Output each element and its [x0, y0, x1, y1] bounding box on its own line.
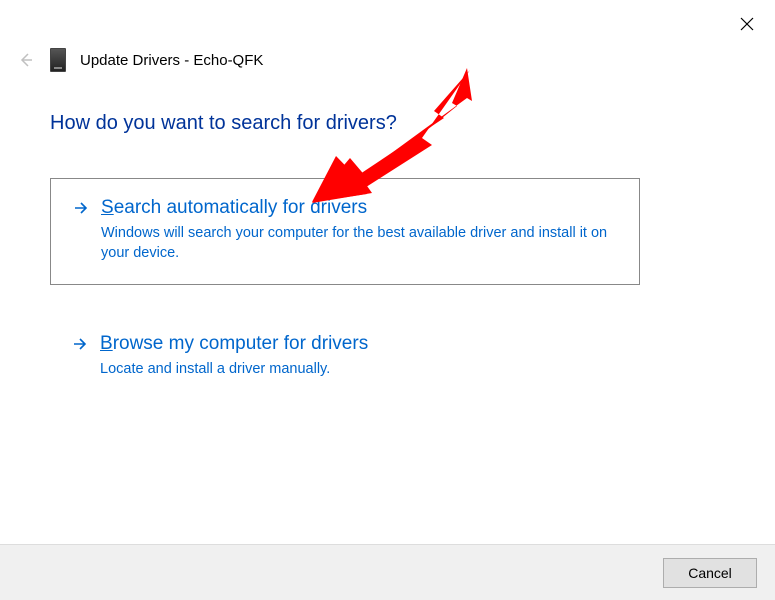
option-accel: S: [101, 197, 114, 218]
window-title: Update Drivers - Echo-QFK: [80, 52, 263, 69]
title-prefix: Update Drivers -: [80, 52, 193, 69]
page-heading: How do you want to search for drivers?: [50, 112, 397, 135]
close-icon: [740, 17, 754, 31]
option-search-automatically[interactable]: Search automatically for drivers Windows…: [50, 178, 640, 285]
header-row: Update Drivers - Echo-QFK: [16, 48, 263, 72]
option-description: Locate and install a driver manually.: [100, 359, 618, 379]
option-title: Search automatically for drivers: [101, 197, 617, 219]
option-row: Browse my computer for drivers Locate an…: [72, 333, 618, 379]
option-content: Search automatically for drivers Windows…: [101, 197, 617, 264]
option-title-rest: earch automatically for drivers: [114, 197, 367, 218]
option-title-rest: rowse my computer for drivers: [113, 333, 369, 354]
back-button[interactable]: [16, 50, 36, 70]
option-title: Browse my computer for drivers: [100, 333, 618, 355]
footer-bar: Cancel: [0, 544, 775, 600]
arrow-right-icon: [73, 197, 91, 223]
arrow-right-icon: [72, 333, 90, 359]
option-accel: B: [100, 333, 113, 354]
options-container: Search automatically for drivers Windows…: [50, 178, 640, 429]
device-icon: [50, 48, 66, 72]
title-device: Echo-QFK: [193, 52, 263, 69]
option-description: Windows will search your computer for th…: [101, 223, 617, 264]
option-browse-computer[interactable]: Browse my computer for drivers Locate an…: [50, 315, 640, 399]
back-arrow-icon: [18, 52, 34, 68]
close-button[interactable]: [737, 14, 757, 34]
option-content: Browse my computer for drivers Locate an…: [100, 333, 618, 379]
option-row: Search automatically for drivers Windows…: [73, 197, 617, 264]
cancel-button[interactable]: Cancel: [663, 558, 757, 588]
